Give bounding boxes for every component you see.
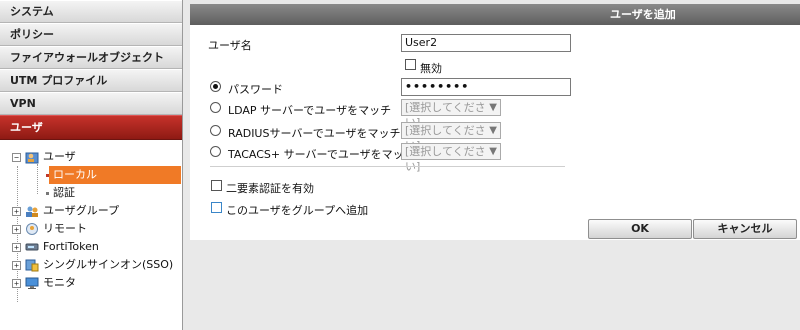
disable-label: 無効 [420,62,442,75]
add-to-group-label: このユーザをグループへ追加 [226,204,369,217]
tree-item-monitor[interactable]: + モニタ [0,274,183,292]
monitor-icon [25,277,39,289]
dialog-title: ユーザを追加 [190,4,800,25]
divider [210,166,565,167]
sidebar: システム ポリシー ファイアウォールオブジェクト UTM プロファイル VPN … [0,0,183,330]
nav-system[interactable]: システム [0,0,182,23]
two-factor-label: 二要素認証を有効 [226,182,314,195]
password-input[interactable]: •••••••• [401,78,571,96]
expand-icon[interactable]: + [12,279,21,288]
tacacs-select-value: [選択してください] [405,145,486,173]
expand-icon[interactable]: + [12,207,21,216]
token-icon [25,243,39,251]
tree-item-user-group[interactable]: + ユーザグループ [0,202,183,220]
nav-policy[interactable]: ポリシー [0,23,182,46]
bullet-icon [46,192,49,195]
username-input[interactable]: User2 [401,34,571,52]
tacacs-radio[interactable] [210,146,221,157]
ok-button[interactable]: OK [588,219,692,239]
chevron-down-icon: ▼ [489,102,497,113]
sso-icon [25,259,39,272]
ldap-server-select[interactable]: [選択してください] ▼ [401,99,501,129]
nav-firewall-objects[interactable]: ファイアウォールオブジェクト [0,46,182,69]
expand-icon[interactable]: + [12,261,21,270]
password-label: パスワード [228,83,283,96]
ldap-label: LDAP サーバーでユーザをマッチ [228,104,392,117]
two-factor-checkbox[interactable] [211,180,222,191]
add-user-form: ユーザ名 User2 無効 パスワード •••••••• LDAP サーバーでユ… [190,25,800,240]
nav-user[interactable]: ユーザ [0,115,182,140]
bullet-icon [46,174,49,177]
radius-server-select[interactable]: [選択してください] ▼ [401,122,501,152]
cancel-button[interactable]: キャンセル [693,219,797,239]
disable-checkbox[interactable] [405,59,416,70]
chevron-down-icon: ▼ [489,125,497,136]
tree-item-sso[interactable]: + シングルサインオン(SSO) [0,256,183,274]
radius-label: RADIUSサーバーでユーザをマッチ [228,127,401,140]
remote-icon [26,223,38,235]
tree-item-user[interactable]: − ユーザ [0,148,183,166]
nav-utm-profile[interactable]: UTM プロファイル [0,69,182,92]
radius-radio[interactable] [210,125,221,136]
user-icon [25,152,39,164]
ldap-radio[interactable] [210,102,221,113]
nav-vpn[interactable]: VPN [0,92,182,115]
tacacs-server-select[interactable]: [選択してください] ▼ [401,143,501,173]
tree-item-local[interactable]: ローカル [0,166,183,184]
tree-item-remote[interactable]: + リモート [0,220,183,238]
user-group-icon [26,206,38,217]
tree-item-auth[interactable]: 認証 [0,184,183,202]
expand-icon[interactable]: + [12,243,21,252]
username-label: ユーザ名 [208,39,252,52]
chevron-down-icon: ▼ [489,146,497,157]
main-panel: ユーザを追加 ユーザ名 User2 無効 パスワード •••••••• LDAP… [184,0,800,330]
add-to-group-checkbox[interactable] [211,202,222,213]
password-radio[interactable] [210,81,221,92]
user-tree: − ユーザ ローカル 認証 + ユーザグループ + リモート + FortiTo… [0,148,183,302]
expand-icon[interactable]: + [12,225,21,234]
collapse-icon[interactable]: − [12,153,21,162]
tree-item-fortitoken[interactable]: + FortiToken [0,238,183,256]
tacacs-label: TACACS+ サーバーでユーザをマッチ [228,148,415,161]
